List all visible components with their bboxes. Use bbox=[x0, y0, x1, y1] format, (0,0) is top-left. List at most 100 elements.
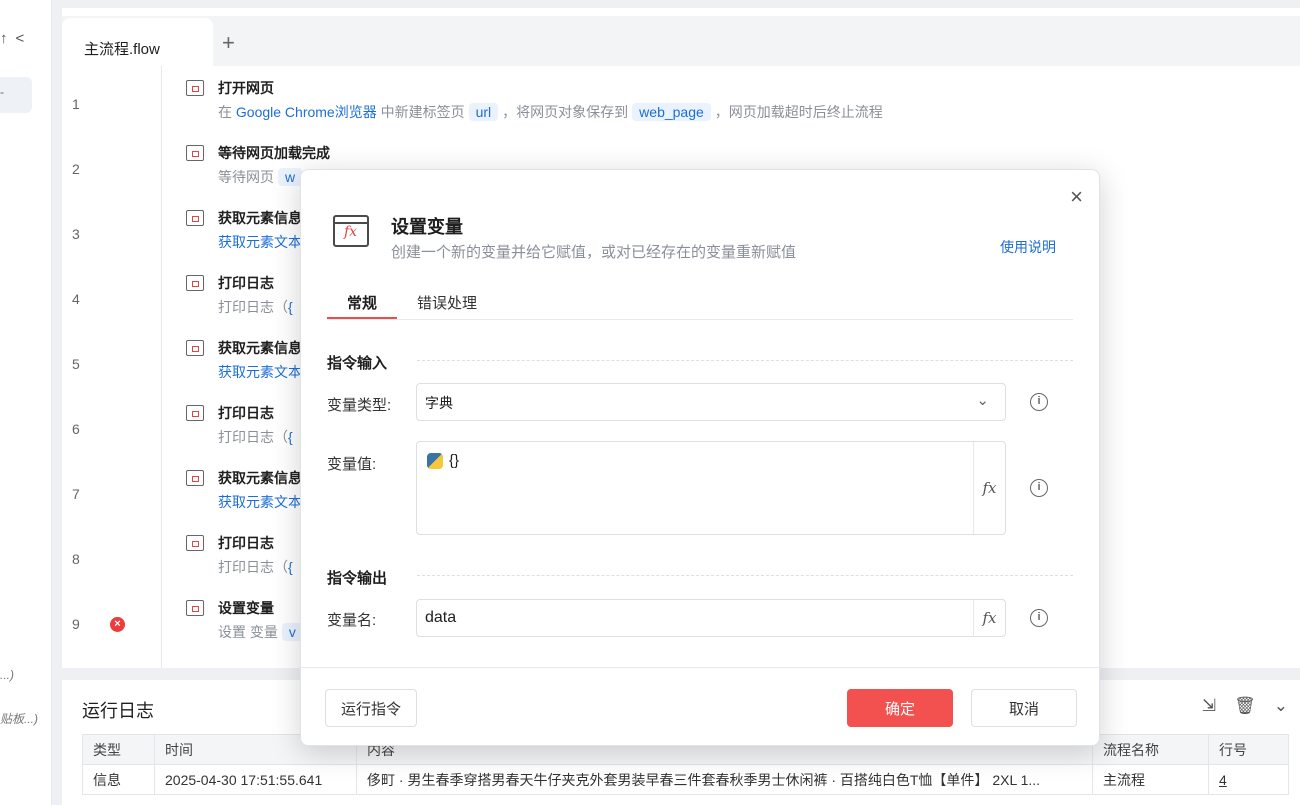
col-type: 类型 bbox=[82, 734, 155, 765]
desc-text: 获取元素文本 bbox=[218, 364, 302, 380]
tab-error-handling[interactable]: 错误处理 bbox=[417, 292, 477, 313]
sidebar-item-fragment[interactable]: 贴板...) bbox=[0, 710, 38, 727]
var-name-input[interactable]: data fx bbox=[416, 599, 1006, 637]
step-description: 打印日志（{ bbox=[218, 297, 293, 317]
footer-divider bbox=[301, 667, 1099, 668]
fx-expression-button[interactable]: fx bbox=[973, 600, 1005, 636]
desc-text: 获取元素文本 bbox=[218, 234, 302, 250]
element-info-icon bbox=[186, 470, 204, 486]
tab-general[interactable]: 常规 bbox=[347, 292, 377, 313]
cell-line-link[interactable]: 4 bbox=[1208, 764, 1289, 795]
step-title: 设置变量 bbox=[218, 600, 274, 616]
step-title: 打印日志 bbox=[218, 405, 274, 421]
python-icon bbox=[427, 452, 443, 469]
info-icon[interactable]: i bbox=[1030, 479, 1048, 497]
desc-text: 打印日志（ bbox=[218, 429, 288, 445]
cell-type: 信息 bbox=[82, 764, 155, 795]
var-value-text: {} bbox=[449, 452, 460, 469]
tab-main-flow[interactable]: 主流程.flow bbox=[62, 18, 213, 66]
info-icon[interactable]: i bbox=[1030, 393, 1048, 411]
step-title: 打开网页 bbox=[218, 80, 274, 96]
close-icon[interactable]: × bbox=[1070, 184, 1083, 210]
line-number: 1 bbox=[72, 96, 80, 112]
step-description: 获取元素文本 bbox=[218, 492, 302, 512]
sidebar-selected-item[interactable]: - bbox=[0, 77, 32, 113]
dialog-title: 设置变量 bbox=[391, 217, 463, 237]
chevron-down-icon[interactable]: ⌄ bbox=[1274, 696, 1288, 716]
step-description: 等待网页 w bbox=[218, 167, 306, 187]
run-command-button[interactable]: 运行指令 bbox=[325, 689, 417, 727]
line-number: 8 bbox=[72, 551, 80, 567]
desc-text: 获取元素文本 bbox=[218, 494, 302, 510]
printer-icon bbox=[186, 535, 204, 551]
desc-text: ，网页加载超时后终止流程 bbox=[714, 104, 883, 120]
set-variable-icon bbox=[186, 600, 204, 616]
line-number: 9 bbox=[72, 616, 80, 632]
step-description: 打印日志（{ bbox=[218, 557, 293, 577]
desc-text: 打印日志（ bbox=[218, 559, 288, 575]
section-divider bbox=[417, 360, 1073, 361]
section-divider bbox=[417, 575, 1073, 576]
cell-flow-name: 主流程 bbox=[1092, 764, 1209, 795]
info-icon[interactable]: i bbox=[1030, 609, 1048, 627]
desc-text: 中新建标签页 bbox=[376, 104, 465, 120]
step-title: 获取元素信息 bbox=[218, 340, 302, 356]
var-name-value: data bbox=[425, 609, 457, 626]
line-number: 4 bbox=[72, 291, 80, 307]
cancel-button[interactable]: 取消 bbox=[971, 689, 1077, 727]
confirm-button[interactable]: 确定 bbox=[847, 689, 953, 727]
printer-icon bbox=[186, 405, 204, 421]
line-number: 5 bbox=[72, 356, 80, 372]
fx-expression-button[interactable]: fx bbox=[973, 442, 1005, 534]
sidebar: ↑< - ...) 贴板...) bbox=[0, 0, 52, 805]
add-tab-button[interactable]: + bbox=[222, 30, 235, 56]
variable-chip: url bbox=[468, 103, 499, 121]
step-title: 等待网页加载完成 bbox=[218, 145, 330, 161]
desc-text: 等待网页 bbox=[218, 169, 274, 185]
desc-text: { bbox=[288, 559, 293, 575]
trash-icon[interactable]: 🗑 bbox=[1234, 696, 1256, 716]
log-actions: ⇲ 🗑 ⌄ bbox=[1202, 696, 1288, 716]
var-type-label: 变量类型: bbox=[327, 397, 392, 414]
wait-page-icon bbox=[186, 145, 204, 161]
var-value-editor[interactable]: {} fx bbox=[416, 441, 1006, 535]
step-description: 获取元素文本 bbox=[218, 232, 302, 252]
export-icon[interactable]: ⇲ bbox=[1202, 696, 1216, 716]
set-variable-dialog: × fx 设置变量 创建一个新的变量并给它赋值，或对已经存在的变量重新赋值 使用… bbox=[300, 169, 1100, 746]
element-info-icon bbox=[186, 340, 204, 356]
variable-chip: web_page bbox=[632, 103, 711, 121]
line-number: 7 bbox=[72, 486, 80, 502]
log-title: 运行日志 bbox=[82, 701, 154, 721]
step-title: 获取元素信息 bbox=[218, 470, 302, 486]
desc-text: { bbox=[288, 429, 293, 445]
line-number: 3 bbox=[72, 226, 80, 242]
step-title: 打印日志 bbox=[218, 535, 274, 551]
up-arrow-icon[interactable]: ↑ bbox=[0, 30, 16, 47]
help-link[interactable]: 使用说明 bbox=[1000, 237, 1056, 257]
col-line: 行号 bbox=[1208, 734, 1289, 765]
flow-step-row[interactable]: 1 打开网页 在 Google Chrome浏览器 中新建标签页 url ，将网页对… bbox=[62, 78, 1300, 138]
line-number: 2 bbox=[72, 161, 80, 177]
var-value-label: 变量值: bbox=[327, 456, 377, 473]
active-tab-underline bbox=[327, 317, 397, 319]
desc-text: 设置 变量 bbox=[218, 624, 278, 640]
chevron-down-icon: ⌄ bbox=[976, 392, 989, 409]
var-type-select[interactable]: 字典 ⌄ bbox=[416, 383, 1006, 421]
cell-time: 2025-04-30 17:51:55.641 bbox=[154, 764, 357, 795]
line-number: 6 bbox=[72, 421, 80, 437]
section-output-title: 指令输出 bbox=[327, 570, 388, 587]
error-icon[interactable]: × bbox=[110, 617, 125, 632]
sidebar-item-fragment[interactable]: ...) bbox=[0, 668, 14, 682]
desc-text: 打印日志（ bbox=[218, 299, 288, 315]
printer-icon bbox=[186, 275, 204, 291]
back-chevron-icon[interactable]: < bbox=[16, 30, 33, 47]
cell-content: 侈町 · 男生春季穿搭男春天牛仔夹克外套男装早春三件套春秋季男士休闲裤 · 百搭… bbox=[356, 764, 1093, 795]
tab-bar: 主流程.flow + bbox=[62, 16, 1300, 66]
step-title: 获取元素信息 bbox=[218, 210, 302, 226]
function-icon-text: fx bbox=[344, 224, 358, 240]
variable-chip: w bbox=[278, 168, 303, 186]
table-row[interactable]: 信息 2025-04-30 17:51:55.641 侈町 · 男生春季穿搭男春… bbox=[82, 764, 1289, 795]
dialog-tabs: 常规 错误处理 bbox=[327, 282, 1073, 320]
step-description: 获取元素文本 bbox=[218, 362, 302, 382]
step-title: 打印日志 bbox=[218, 275, 274, 291]
